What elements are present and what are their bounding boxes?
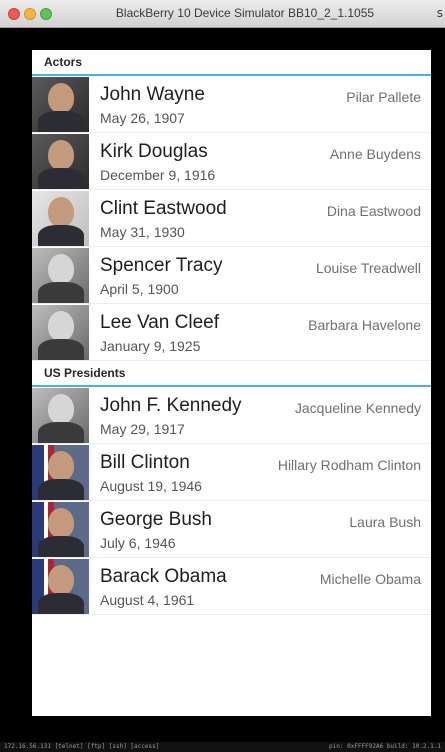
avatar xyxy=(32,445,89,500)
spouse-name: Jacqueline Kennedy xyxy=(294,400,421,416)
avatar xyxy=(32,388,89,443)
person-name: Lee Van Cleef xyxy=(100,312,220,333)
person-name: Clint Eastwood xyxy=(100,198,227,219)
window-title-overflow: s xyxy=(436,6,443,20)
status-right: pin: 0xFFFF92A6 build: 10.2.1.1 xyxy=(329,743,441,750)
birth-date: April 5, 1900 xyxy=(100,281,179,297)
section-header-label: Actors xyxy=(44,55,83,69)
section-header-label: US Presidents xyxy=(44,366,126,380)
avatar xyxy=(32,134,89,189)
spouse-name: Barbara Havelone xyxy=(308,317,421,333)
spouse-name: Laura Bush xyxy=(349,514,421,530)
birth-date: May 26, 1907 xyxy=(100,110,185,126)
person-name: John Wayne xyxy=(100,84,205,105)
list-item[interactable]: Bill Clinton August 19, 1946 Hillary Rod… xyxy=(32,444,431,501)
list-item[interactable]: Kirk Douglas December 9, 1916 Anne Buyde… xyxy=(32,133,431,190)
spouse-name: Dina Eastwood xyxy=(326,203,421,219)
avatar xyxy=(32,502,89,557)
list-item[interactable]: Spencer Tracy April 5, 1900 Louise Tread… xyxy=(32,247,431,304)
spouse-name: Hillary Rodham Clinton xyxy=(277,457,421,473)
person-name: Bill Clinton xyxy=(100,452,190,473)
spouse-name: Pilar Pallete xyxy=(346,89,421,105)
list-item[interactable]: John Wayne May 26, 1907 Pilar Pallete xyxy=(32,76,431,133)
close-window-button[interactable] xyxy=(8,8,20,20)
birth-date: August 19, 1946 xyxy=(100,478,202,494)
section-header-us-presidents: US Presidents xyxy=(32,361,431,387)
zoom-window-button[interactable] xyxy=(40,8,52,20)
person-name: George Bush xyxy=(100,509,212,530)
list-item[interactable]: John F. Kennedy May 29, 1917 Jacqueline … xyxy=(32,387,431,444)
list-item[interactable]: Clint Eastwood May 31, 1930 Dina Eastwoo… xyxy=(32,190,431,247)
person-name: John F. Kennedy xyxy=(100,395,242,416)
birth-date: December 9, 1916 xyxy=(100,167,216,183)
person-name: Barack Obama xyxy=(100,566,227,587)
list-item[interactable]: Barack Obama August 4, 1961 Michelle Oba… xyxy=(32,558,431,615)
person-name: Spencer Tracy xyxy=(100,255,223,276)
avatar xyxy=(32,191,89,246)
avatar xyxy=(32,305,89,360)
section-header-actors: Actors xyxy=(32,50,431,76)
spouse-name: Michelle Obama xyxy=(319,571,421,587)
avatar xyxy=(32,559,89,614)
avatar xyxy=(32,248,89,303)
simulator-status-bar: 172.16.56.131 [telnet] [ftp] [ssh] [acce… xyxy=(0,742,445,752)
avatar xyxy=(32,77,89,132)
spouse-name: Louise Treadwell xyxy=(315,260,421,276)
list-item[interactable]: Lee Van Cleef January 9, 1925 Barbara Ha… xyxy=(32,304,431,361)
window-title-bar: BlackBerry 10 Device Simulator BB10_2_1.… xyxy=(0,0,445,28)
birth-date: May 31, 1930 xyxy=(100,224,185,240)
birth-date: August 4, 1961 xyxy=(100,592,195,608)
window-title: BlackBerry 10 Device Simulator BB10_2_1.… xyxy=(115,6,375,20)
birth-date: July 6, 1946 xyxy=(100,535,176,551)
minimize-window-button[interactable] xyxy=(24,8,36,20)
birth-date: May 29, 1917 xyxy=(100,421,185,437)
status-left: 172.16.56.131 [telnet] [ftp] [ssh] [acce… xyxy=(4,743,160,750)
list-item[interactable]: George Bush July 6, 1946 Laura Bush xyxy=(32,501,431,558)
person-name: Kirk Douglas xyxy=(100,141,208,162)
birth-date: January 9, 1925 xyxy=(100,338,201,354)
device-screen: Actors John Wayne May 26, 1907 Pilar Pal… xyxy=(32,50,431,716)
spouse-name: Anne Buydens xyxy=(329,146,421,162)
